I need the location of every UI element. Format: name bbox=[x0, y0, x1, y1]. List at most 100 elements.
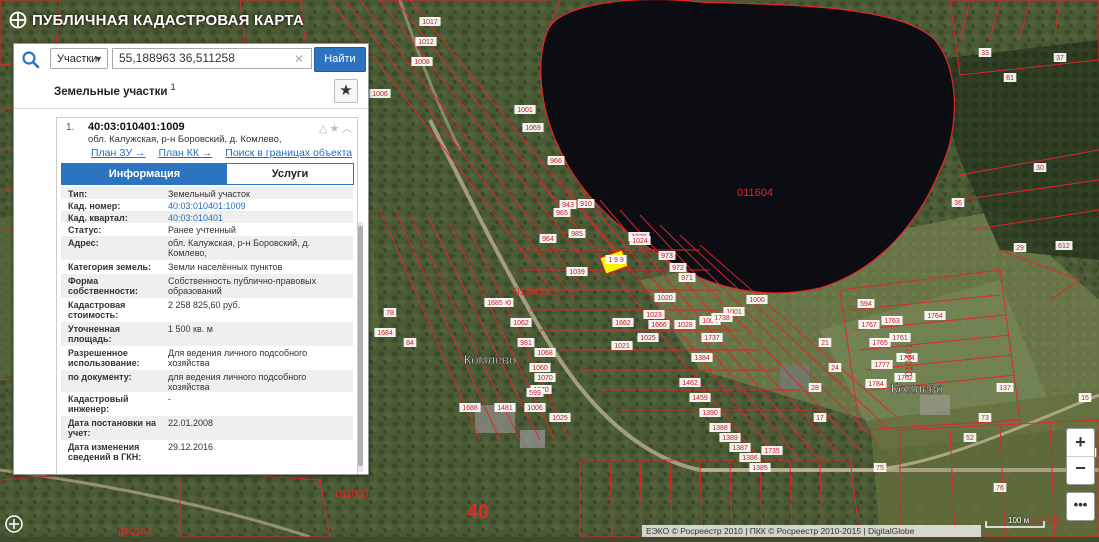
result-number[interactable]: 40:03:010401:1009 bbox=[88, 121, 185, 133]
parcel-label[interactable]: 1062 bbox=[513, 320, 529, 327]
find-button[interactable]: Найти bbox=[314, 47, 366, 72]
parcel-label[interactable]: 1765 bbox=[872, 340, 888, 347]
zoom-control: + − bbox=[1066, 428, 1095, 485]
property-value: для ведения личного подсобного хозяйства bbox=[168, 372, 307, 392]
parcel-label[interactable]: 1024 bbox=[632, 238, 648, 245]
parcel-label[interactable]: 1388 bbox=[712, 425, 728, 432]
parcel-label[interactable]: 1761 bbox=[892, 335, 908, 342]
parcel-label[interactable]: 61 bbox=[1006, 75, 1014, 82]
parcel-label[interactable]: 29 bbox=[1016, 245, 1024, 252]
parcel-label[interactable]: 973 bbox=[661, 253, 673, 260]
parcel-label[interactable]: 36 bbox=[954, 200, 962, 207]
parcel-label[interactable]: 24 bbox=[831, 365, 839, 372]
parcel-label[interactable]: 1777 bbox=[874, 362, 890, 369]
scrollbar-thumb[interactable] bbox=[358, 226, 363, 466]
parcel-label[interactable]: 981 bbox=[520, 340, 532, 347]
search-icon[interactable] bbox=[20, 49, 42, 71]
star-icon[interactable]: ★ bbox=[329, 123, 341, 135]
parcel-label[interactable]: 1767 bbox=[861, 322, 877, 329]
app-logo-icon[interactable] bbox=[9, 11, 27, 29]
parcel-label[interactable]: 1390 bbox=[702, 410, 718, 417]
favorites-button[interactable]: ★ bbox=[334, 79, 358, 103]
zoom-in-button[interactable]: + bbox=[1067, 429, 1094, 457]
parcel-label[interactable]: 73 bbox=[981, 415, 989, 422]
parcel-label[interactable]: 1068 bbox=[537, 350, 553, 357]
parcel-label[interactable]: 37 bbox=[1056, 55, 1064, 62]
parcel-label[interactable]: 78 bbox=[386, 310, 394, 317]
tab-services[interactable]: Услуги bbox=[227, 164, 353, 184]
parcel-label[interactable]: 1069 bbox=[525, 125, 541, 132]
search-type-select[interactable]: Участки ▼ bbox=[50, 48, 108, 69]
parcel-label[interactable]: 76 bbox=[996, 485, 1004, 492]
parcel-label[interactable]: 1763 bbox=[884, 318, 900, 325]
parcel-label[interactable]: 30 bbox=[1036, 165, 1044, 172]
parcel-label[interactable]: 1387 bbox=[732, 445, 748, 452]
parcel-label[interactable]: 1028 bbox=[677, 322, 693, 329]
parcel-label[interactable]: 1738 bbox=[714, 315, 730, 322]
parcel-label[interactable]: 33 bbox=[981, 50, 989, 57]
parcel-label[interactable]: 21 bbox=[821, 340, 829, 347]
parcel-label[interactable]: 1039 bbox=[569, 269, 585, 276]
parcel-label[interactable]: 1735 bbox=[764, 448, 780, 455]
parcel-label[interactable]: 1012 bbox=[418, 39, 434, 46]
clear-icon[interactable]: ✕ bbox=[294, 52, 304, 66]
parcel-label[interactable]: 971 bbox=[681, 275, 693, 282]
parcel-label[interactable]: 1688 bbox=[462, 405, 478, 412]
parcel-label[interactable]: 1386 bbox=[742, 455, 758, 462]
parcel-label[interactable]: 9 bbox=[614, 257, 618, 264]
link-plan-zu[interactable]: План ЗУ → bbox=[91, 147, 146, 159]
parcel-label[interactable]: 1459 bbox=[692, 395, 708, 402]
link-plan-kk[interactable]: План КК → bbox=[158, 147, 212, 159]
parcel-label[interactable]: 1764 bbox=[927, 313, 943, 320]
parcel-label[interactable]: 594 bbox=[860, 301, 872, 308]
parcel-label[interactable]: 1060 bbox=[532, 365, 548, 372]
parcel-label[interactable]: 1481 bbox=[497, 405, 513, 412]
parcel-label[interactable]: 1020 bbox=[657, 295, 673, 302]
parcel-label[interactable]: 1389 bbox=[722, 435, 738, 442]
parcel-label[interactable]: 1025 bbox=[552, 415, 568, 422]
parcel-label[interactable]: 1684 bbox=[377, 330, 393, 337]
parcel-label[interactable]: 52 bbox=[966, 435, 974, 442]
parcel-label[interactable]: 964 bbox=[542, 236, 554, 243]
parcel-label[interactable]: 17 bbox=[816, 415, 824, 422]
parcel-label[interactable]: 966 bbox=[550, 158, 562, 165]
parcel-label[interactable]: 1006 bbox=[372, 91, 388, 98]
parcel-label[interactable]: 1021 bbox=[614, 343, 630, 350]
parcel-label[interactable]: 1462 bbox=[682, 380, 698, 387]
parcel-label[interactable]: 1008 bbox=[414, 59, 430, 66]
parcel-label[interactable]: 943 bbox=[562, 202, 574, 209]
parcel-label[interactable]: 1025 bbox=[640, 335, 656, 342]
layers-icon[interactable] bbox=[4, 514, 24, 534]
parcel-label[interactable]: 1385 bbox=[752, 465, 768, 472]
parcel-label[interactable]: 1784 bbox=[868, 381, 884, 388]
parcel-label[interactable]: 137 bbox=[999, 385, 1011, 392]
parcel-label[interactable]: 1023 bbox=[646, 312, 662, 319]
parcel-label[interactable]: 1384 bbox=[694, 355, 710, 362]
parcel-label[interactable]: 965 bbox=[556, 210, 568, 217]
parcel-label[interactable]: 1662 bbox=[615, 320, 631, 327]
parcel-label[interactable]: 972 bbox=[672, 265, 684, 272]
parcel-label[interactable]: 84 bbox=[406, 340, 414, 347]
parcel-label[interactable]: 1685 bbox=[487, 300, 503, 307]
parcel-label[interactable]: 75 bbox=[876, 465, 884, 472]
parcel-label[interactable]: 28 bbox=[811, 385, 819, 392]
parcel-label[interactable]: 1001 bbox=[517, 107, 533, 114]
parcel-label[interactable]: 1000 bbox=[749, 297, 765, 304]
tab-information[interactable]: Информация bbox=[62, 164, 227, 184]
warning-icon[interactable]: △ bbox=[319, 123, 329, 135]
parcel-label[interactable]: 612 bbox=[1058, 243, 1070, 250]
collapse-icon[interactable]: ︿ bbox=[341, 123, 354, 135]
zoom-out-button[interactable]: − bbox=[1067, 456, 1094, 483]
parcel-label[interactable]: 599 bbox=[529, 390, 541, 397]
search-input[interactable]: 55,188963 36,511258 bbox=[112, 48, 312, 69]
parcel-label[interactable]: 1006 bbox=[527, 405, 543, 412]
parcel-label[interactable]: 15 bbox=[1081, 395, 1089, 402]
parcel-label[interactable]: 1070 bbox=[537, 375, 553, 382]
property-value[interactable]: 40:03:010401:1009 bbox=[168, 201, 348, 211]
parcel-label[interactable]: 1737 bbox=[704, 335, 720, 342]
parcel-label[interactable]: 910 bbox=[580, 201, 592, 208]
parcel-label[interactable]: 1666 bbox=[651, 322, 667, 329]
parcel-label[interactable]: 985 bbox=[571, 231, 583, 238]
more-button[interactable]: ••• bbox=[1066, 492, 1095, 521]
property-value[interactable]: 40:03:010401 bbox=[168, 213, 348, 223]
